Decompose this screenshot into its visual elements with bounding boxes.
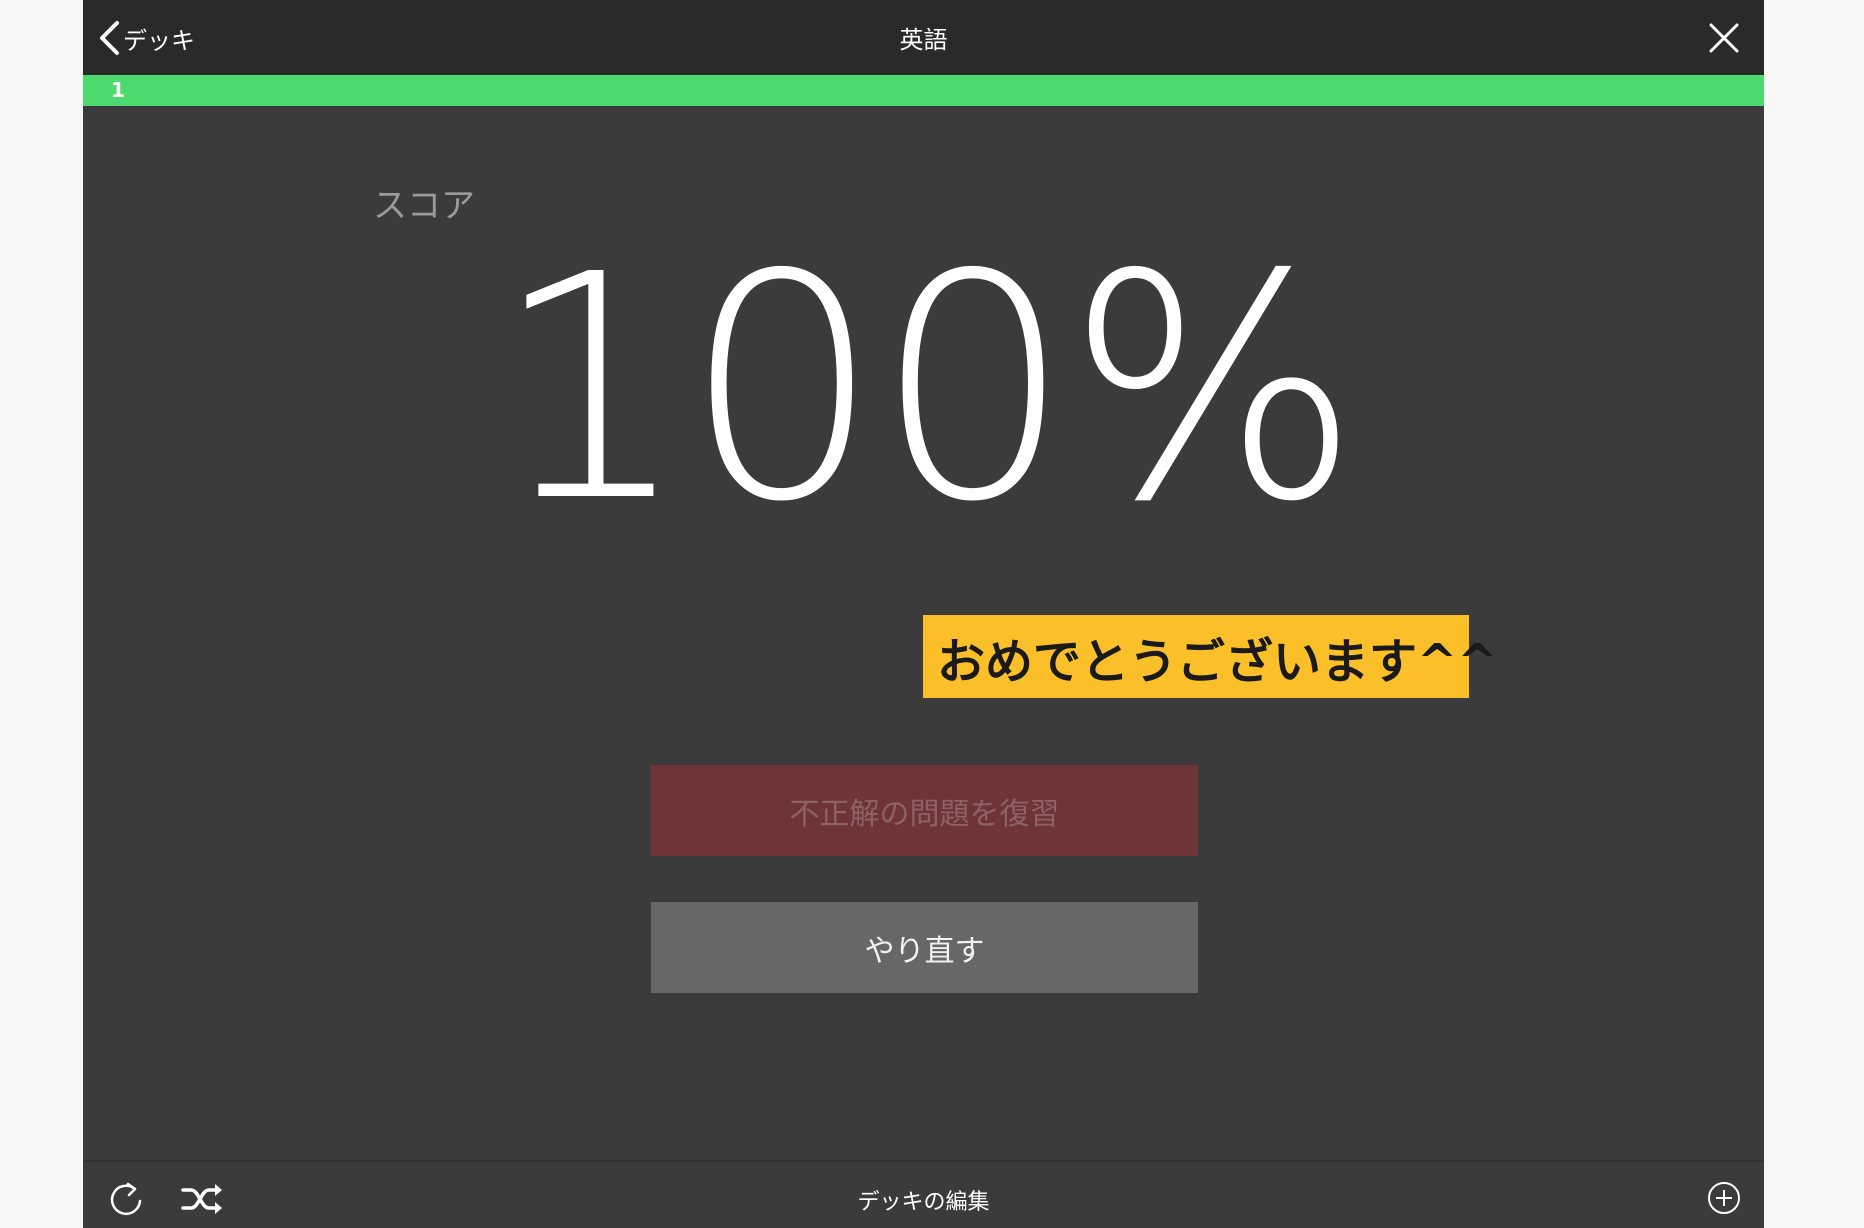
add-circle-icon[interactable] <box>1706 1180 1742 1216</box>
close-icon[interactable] <box>1708 22 1740 54</box>
progress-bar: 1 <box>83 75 1764 106</box>
bottom-toolbar: デッキの編集 <box>83 1160 1764 1228</box>
score-value: 100% <box>492 209 1360 570</box>
top-navigation-bar: デッキ 英語 <box>83 0 1764 75</box>
deck-title: 英語 <box>899 26 948 54</box>
study-result-screen: デッキ 英語 1 スコア 100% おめでとうございます^^ 不正解の問題を復習… <box>83 0 1764 1228</box>
score-label: スコア <box>373 186 475 226</box>
retry-button[interactable]: やり直す <box>651 902 1198 993</box>
edit-deck-button[interactable]: デッキの編集 <box>857 1190 989 1215</box>
review-incorrect-button[interactable]: 不正解の問題を復習 <box>651 765 1198 856</box>
congratulations-banner: おめでとうございます^^ <box>923 615 1497 698</box>
progress-count: 1 <box>111 78 125 102</box>
edit-deck-area: デッキの編集 <box>83 1184 1764 1216</box>
